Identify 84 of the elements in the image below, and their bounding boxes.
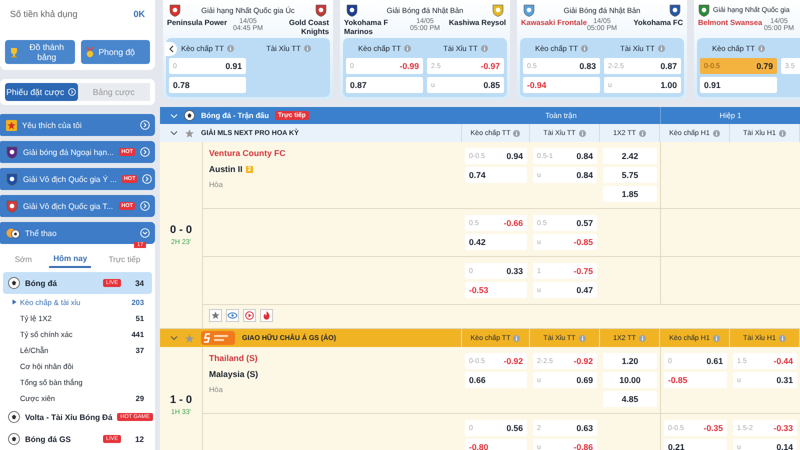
chevron-right-circle-icon[interactable] <box>142 174 152 184</box>
chevron-left-icon <box>168 45 174 53</box>
info-icon <box>580 45 588 52</box>
crest-icon <box>6 146 18 158</box>
score: 1 - 0 <box>170 394 192 406</box>
star-icon <box>6 120 17 130</box>
info-icon <box>578 334 586 342</box>
info-icon <box>658 45 665 52</box>
team-name: Ventura County FC <box>209 148 286 158</box>
sidebar-item[interactable]: Yêu thích của tôi <box>0 114 155 136</box>
team-name: Austin II <box>209 164 243 174</box>
chevron-down-icon[interactable] <box>170 130 178 136</box>
previous-button[interactable] <box>165 42 177 56</box>
fire-icon[interactable] <box>260 309 273 322</box>
chevron-right-circle-icon[interactable] <box>140 147 150 157</box>
score: 0 - 0 <box>170 224 192 236</box>
info-icon <box>638 334 646 342</box>
crest-icon <box>6 172 18 186</box>
odds-button[interactable]: -0.94 <box>523 77 600 93</box>
crest-icon <box>492 4 504 18</box>
odds-button[interactable]: 10.00 <box>603 372 657 388</box>
odds-button[interactable]: 0.21 <box>664 439 727 450</box>
star-icon[interactable] <box>185 334 194 342</box>
odds-button[interactable]: 0.87 <box>346 77 423 93</box>
odds-button[interactable]: 1.20 <box>603 353 657 369</box>
odds-button[interactable]: 0.78 <box>169 77 246 93</box>
odds-button[interactable]: -0.85 <box>664 372 727 388</box>
odds-button[interactable]: 1.85 <box>603 186 657 202</box>
ball-icon <box>8 277 20 289</box>
balance-value: 0K <box>133 9 145 19</box>
crest-icon <box>523 4 535 18</box>
odds-button[interactable]: 4.85 <box>603 391 657 407</box>
chevron-right-circle-icon[interactable] <box>140 201 150 211</box>
team-name: Malaysia (S) <box>209 369 258 379</box>
info-icon <box>578 130 586 136</box>
star-icon[interactable] <box>185 128 194 138</box>
odds-button[interactable]: 0.74 <box>465 167 527 183</box>
info-icon <box>513 130 520 136</box>
crest-icon <box>669 4 681 18</box>
info-icon <box>778 334 786 342</box>
tab[interactable]: Sớm <box>10 250 36 268</box>
crest-icon <box>314 4 327 18</box>
info-icon <box>226 45 234 52</box>
ball-icon <box>8 433 20 445</box>
info-icon <box>404 45 411 52</box>
caret-icon <box>12 299 17 305</box>
balls-icon <box>6 227 20 239</box>
ball-icon <box>184 110 195 121</box>
odds-button[interactable]: 5.75 <box>603 167 657 183</box>
info-icon <box>778 130 786 136</box>
info-icon <box>513 334 520 342</box>
odds-button[interactable]: 0.42 <box>465 234 527 250</box>
crest-icon <box>346 4 358 18</box>
chevron-down-circle-icon[interactable] <box>140 228 150 238</box>
logo-icon <box>201 331 235 345</box>
tab[interactable]: Hôm nay <box>49 250 92 268</box>
info-icon <box>758 45 765 52</box>
promo-button[interactable]: Đồ thánh bảng <box>5 40 74 64</box>
trophy-icon <box>9 46 19 58</box>
info-icon <box>712 334 720 342</box>
odds-button[interactable]: 0.91 <box>700 77 777 93</box>
info-icon <box>480 45 488 52</box>
info-icon <box>638 130 646 136</box>
chevron-right-circle-icon[interactable] <box>140 120 150 130</box>
chevron-down-icon[interactable] <box>170 335 178 341</box>
info-icon <box>304 45 311 52</box>
info-icon <box>712 130 720 136</box>
odds-button[interactable]: -0.80 <box>465 439 527 450</box>
promo-button[interactable]: Phong độ <box>80 40 150 64</box>
crest-icon <box>169 4 181 18</box>
odds-button[interactable]: 0.66 <box>465 372 527 388</box>
crest-icon <box>6 200 18 212</box>
odds-button[interactable]: 2.42 <box>603 148 657 164</box>
medal-icon <box>84 46 94 58</box>
star-icon[interactable] <box>209 309 222 322</box>
eye-icon[interactable] <box>226 309 239 322</box>
chevron-right-circle-icon <box>68 88 76 96</box>
balance-label: Số tiền khả dụng <box>10 9 78 19</box>
play-icon[interactable] <box>243 309 256 322</box>
odds-button[interactable]: -0.53 <box>465 282 527 298</box>
team-name: Thailand (S) <box>209 353 258 363</box>
crest-icon <box>698 4 710 18</box>
ball-icon <box>8 411 20 423</box>
tab[interactable]: Phiếu đặt cược <box>5 83 78 101</box>
